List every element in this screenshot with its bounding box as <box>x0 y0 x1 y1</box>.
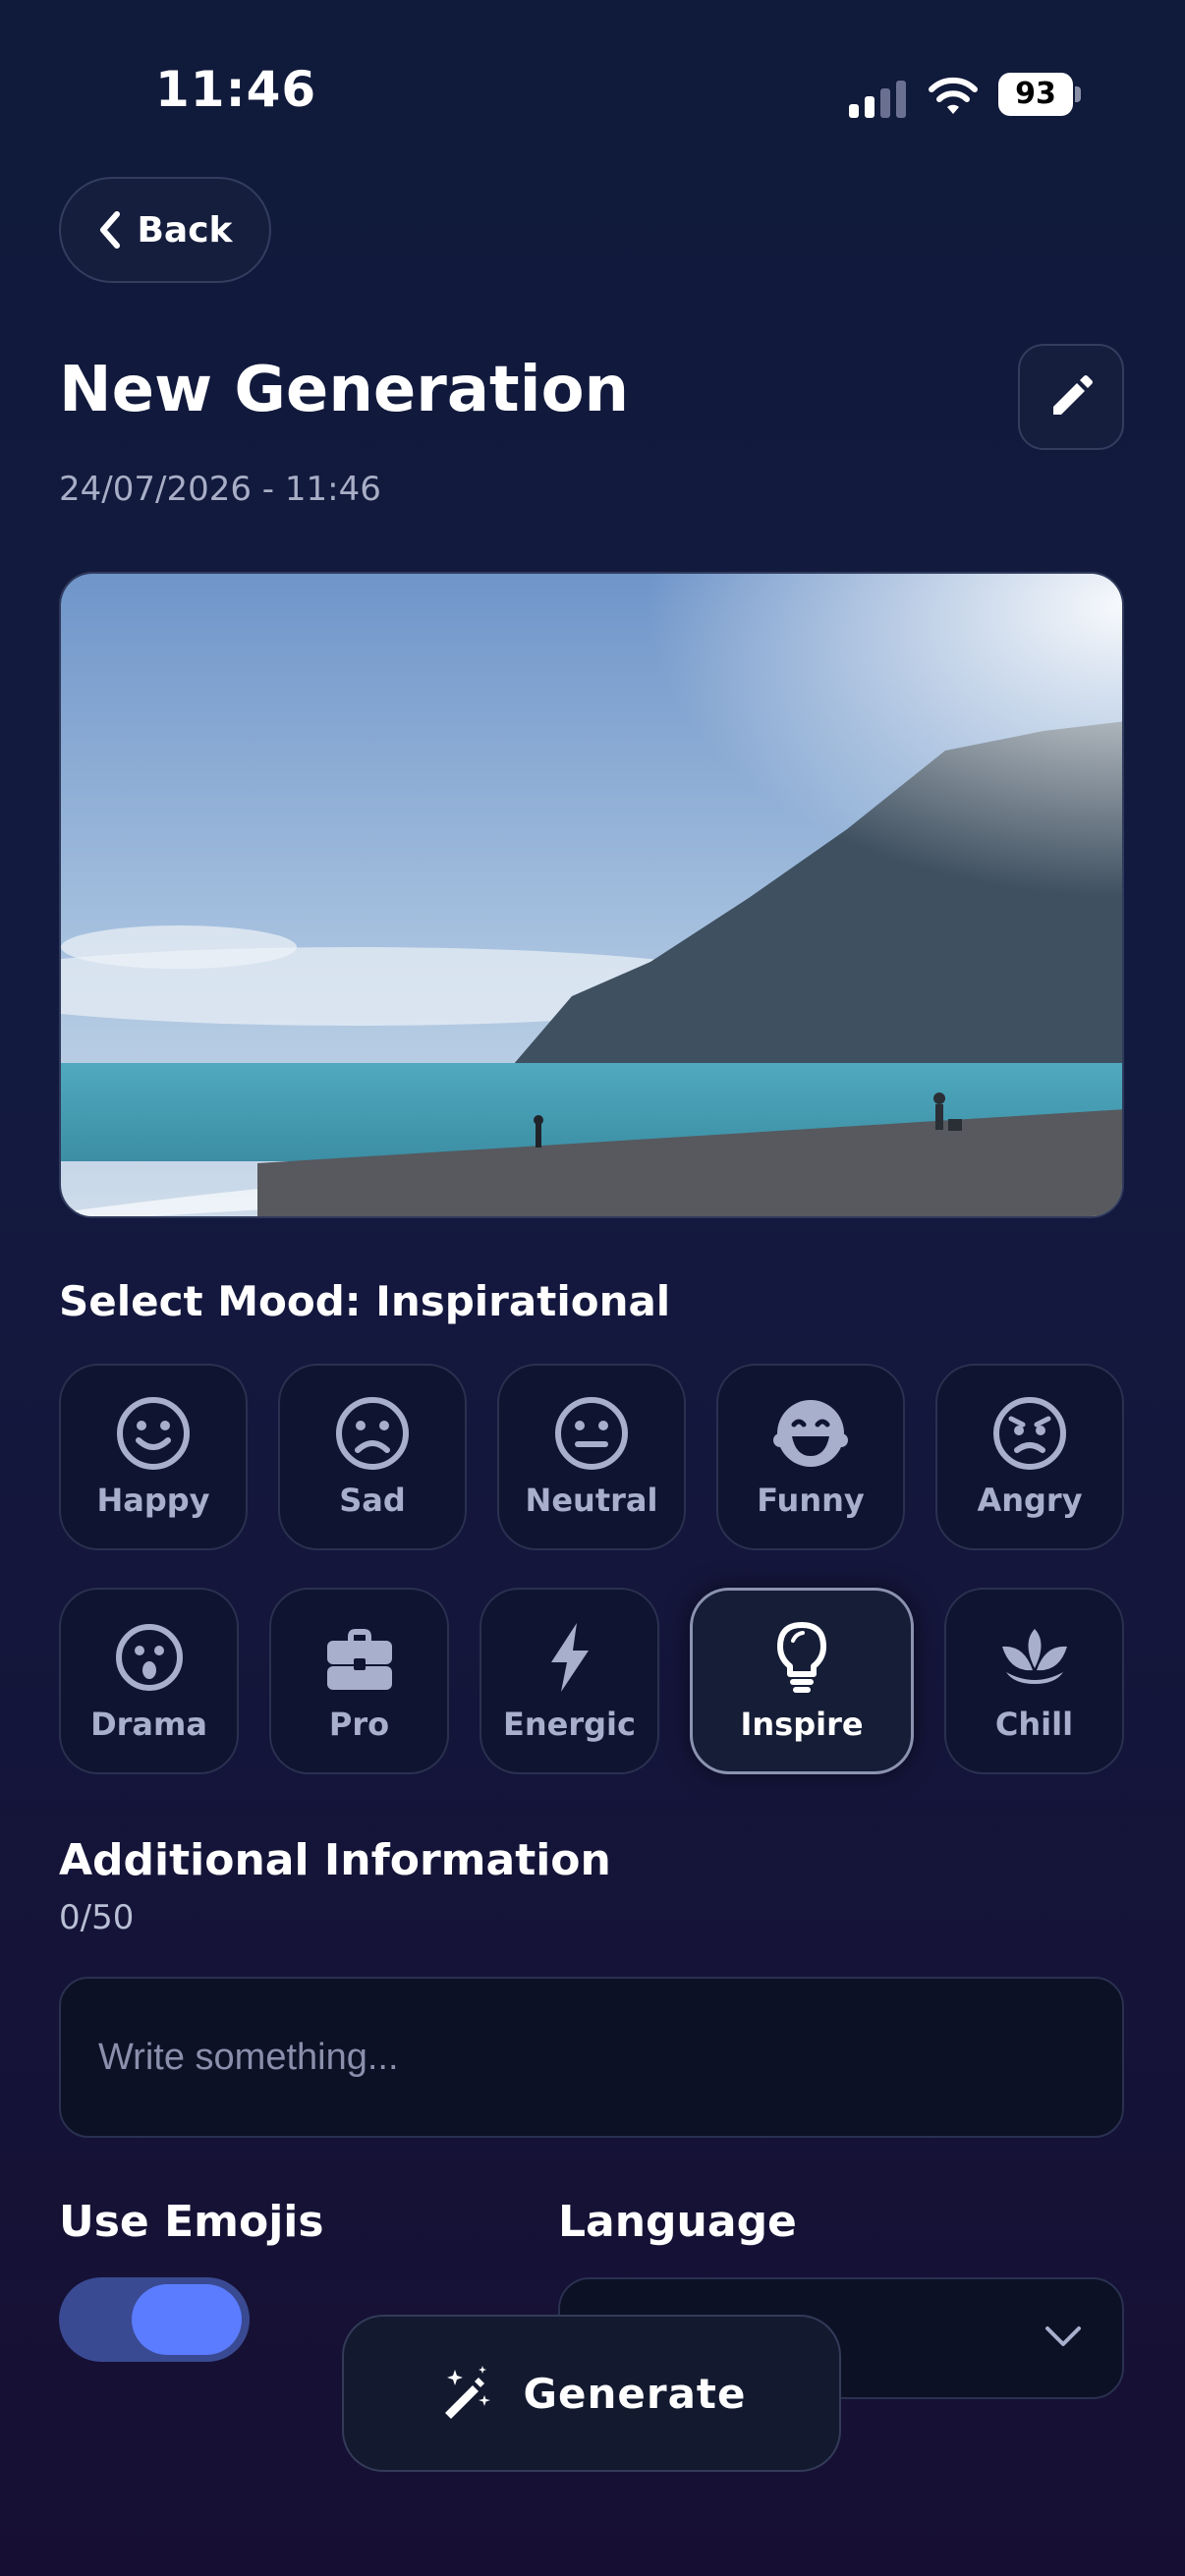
mood-option-happy[interactable]: Happy <box>59 1364 248 1550</box>
mood-label: Chill <box>994 1706 1074 1743</box>
beach-photo <box>61 574 1122 1216</box>
generate-label: Generate <box>523 2369 747 2418</box>
language-label: Language <box>558 2197 797 2247</box>
mood-option-neutral[interactable]: Neutral <box>497 1364 686 1550</box>
magic-wand-icon <box>444 2366 490 2419</box>
mood-label: Neutral <box>525 1482 658 1519</box>
lightbulb-icon <box>777 1622 826 1693</box>
back-button[interactable]: Back <box>59 177 271 283</box>
mood-label: Energic <box>503 1706 636 1743</box>
mood-option-chill[interactable]: Chill <box>944 1588 1124 1774</box>
toggle-knob <box>132 2284 242 2355</box>
surprised-face-icon <box>115 1624 183 1691</box>
mood-label: Sad <box>339 1482 406 1519</box>
angry-face-icon <box>993 1397 1066 1470</box>
mood-label: Happy <box>96 1482 210 1519</box>
pencil-icon <box>1053 375 1093 415</box>
generate-button[interactable]: Generate <box>342 2315 841 2472</box>
mood-label: Drama <box>90 1706 207 1743</box>
mood-label: Inspire <box>740 1706 864 1743</box>
mood-section-title: Select Mood: Inspirational <box>59 1277 671 1325</box>
use-emojis-label: Use Emojis <box>59 2197 324 2247</box>
smile-icon <box>117 1397 190 1470</box>
status-time: 11:46 <box>155 61 317 118</box>
mood-option-inspire[interactable]: Inspire <box>690 1588 914 1774</box>
additional-info-title: Additional Information <box>59 1835 611 1885</box>
use-emojis-toggle[interactable] <box>59 2277 250 2362</box>
mood-option-drama[interactable]: Drama <box>59 1588 239 1774</box>
generation-date: 24/07/2026 - 11:46 <box>59 470 381 509</box>
neutral-face-icon <box>555 1397 628 1470</box>
edit-button[interactable] <box>1018 344 1124 450</box>
mood-option-sad[interactable]: Sad <box>278 1364 467 1550</box>
chevron-down-icon <box>1045 2326 1081 2346</box>
battery-level: 93 <box>998 73 1073 116</box>
mood-label: Angry <box>977 1482 1083 1519</box>
back-label: Back <box>137 209 233 251</box>
laughing-face-icon <box>773 1400 848 1467</box>
mood-label: Funny <box>757 1482 865 1519</box>
lotus-icon <box>1001 1629 1067 1684</box>
frown-icon <box>336 1397 409 1470</box>
lightning-icon <box>550 1623 589 1692</box>
additional-info-input[interactable] <box>59 1977 1124 2138</box>
chevron-left-icon <box>100 211 121 249</box>
mood-option-pro[interactable]: Pro <box>269 1588 449 1774</box>
cellular-signal-icon <box>849 81 906 118</box>
mood-option-funny[interactable]: Funny <box>716 1364 905 1550</box>
mood-option-angry[interactable]: Angry <box>935 1364 1124 1550</box>
page-title: New Generation <box>59 354 630 426</box>
wifi-icon <box>929 77 978 114</box>
selected-photo[interactable] <box>59 572 1124 1218</box>
character-counter: 0/50 <box>59 1898 135 1937</box>
mood-option-energic[interactable]: Energic <box>480 1588 659 1774</box>
battery-indicator: 93 <box>998 73 1081 116</box>
briefcase-icon <box>326 1629 392 1690</box>
mood-label: Pro <box>328 1706 390 1743</box>
